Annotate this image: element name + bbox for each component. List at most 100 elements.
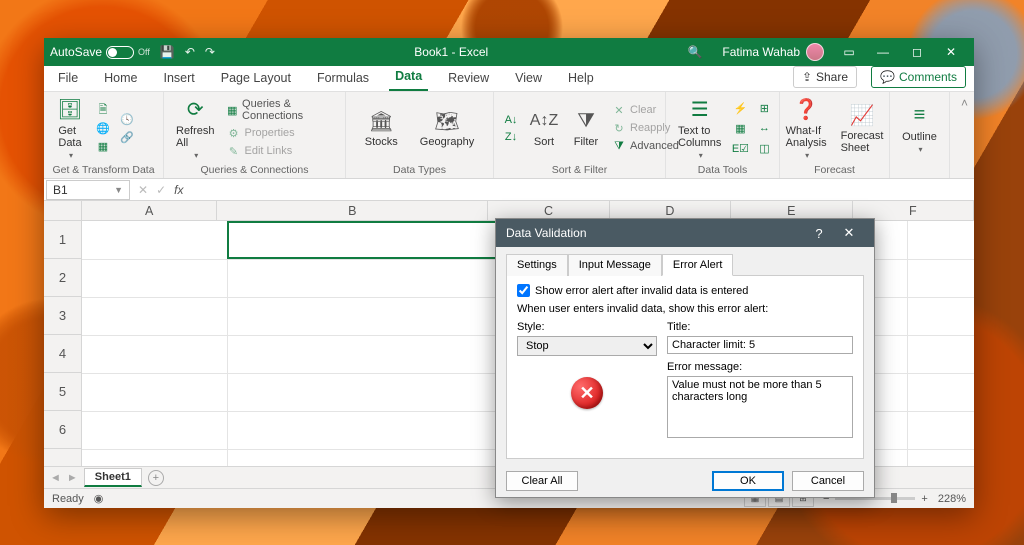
user-name: Fatima Wahab xyxy=(722,45,800,59)
sort-za-icon[interactable]: Z↓ xyxy=(502,129,520,145)
stop-error-icon: ✕ xyxy=(571,377,603,409)
ok-button[interactable]: OK xyxy=(712,471,784,491)
col-head-a[interactable]: A xyxy=(82,201,217,220)
sheet-tab-sheet1[interactable]: Sheet1 xyxy=(84,468,142,487)
tab-formulas[interactable]: Formulas xyxy=(311,67,375,91)
tab-home[interactable]: Home xyxy=(98,67,143,91)
dialog-subtitle: When user enters invalid data, show this… xyxy=(517,303,853,315)
clear-all-button[interactable]: Clear All xyxy=(506,471,578,491)
fx-icon[interactable]: fx xyxy=(174,183,183,197)
tab-data[interactable]: Data xyxy=(389,65,428,91)
error-message-textarea[interactable]: Value must not be more than 5 characters… xyxy=(667,376,853,438)
consolidate-icon[interactable]: ⊞ xyxy=(755,100,773,116)
row-head[interactable]: 6 xyxy=(44,411,81,449)
row-head[interactable]: 1 xyxy=(44,221,81,259)
close-button[interactable]: ✕ xyxy=(934,38,968,66)
name-box[interactable]: B1 ▼ xyxy=(46,180,130,200)
recent-sources-icon[interactable]: 🕓 xyxy=(118,111,136,127)
show-error-checkbox[interactable]: Show error alert after invalid data is e… xyxy=(517,284,853,297)
row-head[interactable]: 2 xyxy=(44,259,81,297)
properties-button[interactable]: ⚙Properties xyxy=(225,125,337,141)
tab-view[interactable]: View xyxy=(509,67,548,91)
data-validation-dialog: Data Validation ? ✕ Settings Input Messa… xyxy=(495,218,875,498)
minimize-button[interactable]: — xyxy=(866,38,900,66)
share-button[interactable]: ⇪ Share xyxy=(793,66,857,88)
cancel-entry-icon[interactable]: ✕ xyxy=(138,183,148,197)
edit-links-button[interactable]: ✎Edit Links xyxy=(225,143,337,159)
autosave-state: Off xyxy=(138,47,150,57)
tab-page-layout[interactable]: Page Layout xyxy=(215,67,297,91)
zoom-in-icon[interactable]: + xyxy=(921,493,927,505)
sort-az-icon[interactable]: A↓ xyxy=(502,112,520,128)
ribbon-options-icon[interactable]: ▭ xyxy=(832,38,866,66)
macro-record-icon[interactable]: ◉ xyxy=(94,492,104,505)
dialog-tab-error-alert[interactable]: Error Alert xyxy=(662,254,734,276)
checkbox-input[interactable] xyxy=(517,284,530,297)
sort-icon: A↕Z xyxy=(530,108,558,134)
row-head[interactable]: 4 xyxy=(44,335,81,373)
relationships-icon[interactable]: ↔ xyxy=(755,120,773,136)
remove-duplicates-icon[interactable]: ▦ xyxy=(731,120,749,136)
from-table-icon[interactable]: ▦ xyxy=(94,138,112,154)
user-account[interactable]: Fatima Wahab xyxy=(722,43,824,61)
clear-filter-button[interactable]: ✕Clear xyxy=(610,102,681,118)
col-head-b[interactable]: B xyxy=(217,201,488,220)
maximize-button[interactable]: ◻ xyxy=(900,38,934,66)
data-model-icon[interactable]: ◫ xyxy=(755,140,773,156)
row-head[interactable]: 5 xyxy=(44,373,81,411)
autosave-toggle[interactable]: AutoSave Off xyxy=(50,45,150,59)
database-icon: 🗄 xyxy=(56,97,84,123)
from-text-icon[interactable]: 🗎 xyxy=(94,102,112,118)
reapply-button[interactable]: ↻Reapply xyxy=(610,120,681,136)
formula-bar-row: B1 ▼ ✕ ✓ fx xyxy=(44,179,974,201)
row-head[interactable]: 3 xyxy=(44,297,81,335)
dialog-tab-settings[interactable]: Settings xyxy=(506,254,568,276)
tab-help[interactable]: Help xyxy=(562,67,600,91)
collapse-ribbon-icon[interactable]: ˄ xyxy=(950,92,974,178)
forecast-sheet-button[interactable]: 📈 Forecast Sheet xyxy=(837,100,888,156)
what-if-button[interactable]: ❓ What-If Analysis xyxy=(782,95,831,162)
style-select[interactable]: Stop xyxy=(517,336,657,356)
sheet-nav-next-icon[interactable]: ► xyxy=(67,472,78,484)
redo-icon[interactable]: ↷ xyxy=(205,45,215,59)
title-input[interactable] xyxy=(667,336,853,354)
zoom-level[interactable]: 228% xyxy=(938,493,966,505)
tab-review[interactable]: Review xyxy=(442,67,495,91)
selected-cell-b1[interactable] xyxy=(227,221,517,259)
add-sheet-button[interactable]: + xyxy=(148,470,164,486)
group-label: Get & Transform Data xyxy=(52,162,155,178)
outline-button[interactable]: ≡ Outline xyxy=(898,101,941,156)
tab-file[interactable]: File xyxy=(52,67,84,91)
stocks-button[interactable]: 🏛 Stocks xyxy=(361,106,402,150)
help-button[interactable]: ? xyxy=(804,226,834,241)
geography-icon: 🗺 xyxy=(433,108,461,134)
comments-button[interactable]: 💬 Comments xyxy=(871,66,966,88)
select-all-triangle[interactable] xyxy=(44,201,82,221)
toggle-off-icon[interactable] xyxy=(106,46,134,59)
enter-entry-icon[interactable]: ✓ xyxy=(156,183,166,197)
close-icon[interactable]: ✕ xyxy=(834,225,864,241)
row-headers: 1 2 3 4 5 6 xyxy=(44,221,82,466)
geography-button[interactable]: 🗺 Geography xyxy=(416,106,478,150)
undo-icon[interactable]: ↶ xyxy=(185,45,195,59)
sheet-nav-prev-icon[interactable]: ◄ xyxy=(50,472,61,484)
chevron-down-icon[interactable]: ▼ xyxy=(114,185,123,195)
from-web-icon[interactable]: 🌐 xyxy=(94,120,112,136)
data-validation-icon[interactable]: E☑ xyxy=(731,140,749,156)
refresh-all-button[interactable]: ⟳ Refresh All xyxy=(172,95,219,162)
dialog-tab-input-message[interactable]: Input Message xyxy=(568,254,662,276)
save-icon[interactable]: 💾 xyxy=(160,45,175,59)
flash-fill-icon[interactable]: ⚡ xyxy=(731,100,749,116)
group-label: Data Types xyxy=(354,162,485,178)
existing-conn-icon[interactable]: 🔗 xyxy=(118,129,136,145)
cancel-button[interactable]: Cancel xyxy=(792,471,864,491)
sort-button[interactable]: A↕Z Sort xyxy=(526,106,562,150)
dialog-titlebar[interactable]: Data Validation ? ✕ xyxy=(496,219,874,247)
get-data-button[interactable]: 🗄 Get Data xyxy=(52,95,88,162)
filter-button[interactable]: ⧩ Filter xyxy=(568,106,604,150)
search-icon[interactable]: 🔍 xyxy=(687,45,702,59)
queries-connections-button[interactable]: ▦Queries & Connections xyxy=(225,97,337,123)
forecast-icon: 📈 xyxy=(848,102,876,128)
tab-insert[interactable]: Insert xyxy=(158,67,201,91)
text-to-columns-button[interactable]: ☰ Text to Columns xyxy=(674,95,725,162)
